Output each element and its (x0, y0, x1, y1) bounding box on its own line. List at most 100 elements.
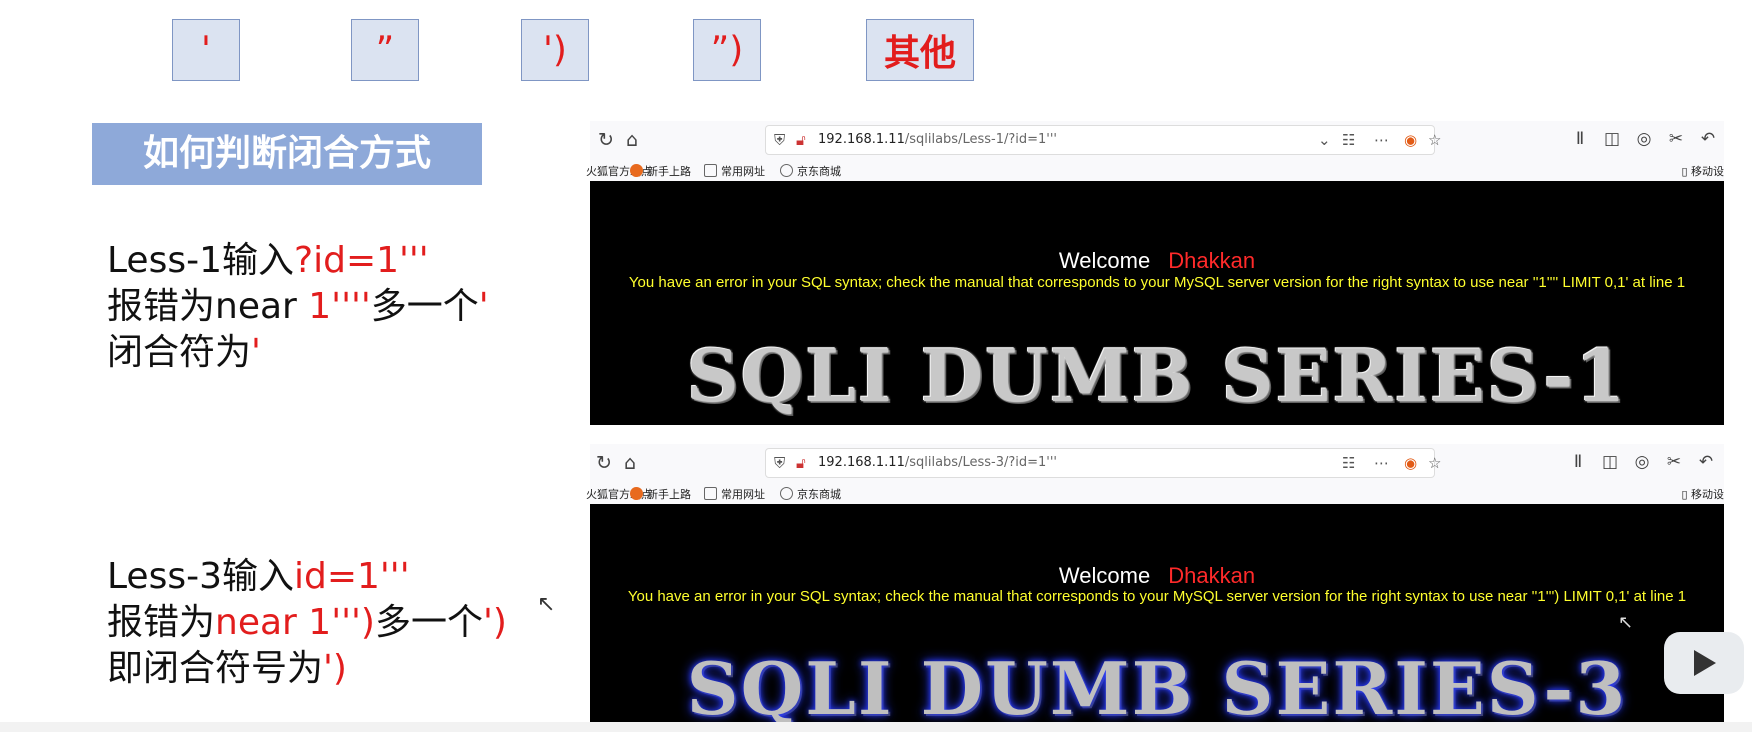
bookmark-item[interactable]: 京东商城 (780, 163, 841, 179)
bookmark-label: 新手上路 (647, 165, 691, 178)
reload-icon[interactable]: ↻ (596, 452, 612, 474)
less1-explanation: Less-1输入?id=1''' 报错为near 1''''多一个' 闭合符为' (107, 238, 489, 376)
bookmarks-bar: 火狐官方站点 新手上路 常用网址 京东商城 ▯ 移动设 (586, 482, 1724, 504)
qr-code-icon[interactable]: ☷ (1342, 454, 1355, 472)
more-icon[interactable]: ⋯ (1374, 454, 1389, 472)
less3-line-input: Less-3输入id=1''' (107, 554, 507, 600)
screenshot-icon[interactable]: ✂ (1658, 452, 1690, 472)
quote-option-double[interactable]: ” (351, 19, 419, 81)
play-icon (1694, 650, 1716, 676)
bookmark-label: 移动设 (1691, 165, 1724, 178)
home-icon[interactable]: ⌂ (624, 452, 636, 474)
browser-screenshot-less3: ↻ ⌂ ⛨ 🔓︎ 192.168.1.11/sqlilabs/Less-3/?i… (586, 444, 1724, 732)
library-icon[interactable]: Ⅱ (1562, 452, 1594, 472)
mobile-bookmarks[interactable]: ▯ 移动设 (1681, 163, 1724, 179)
quote-option-label: ”) (710, 29, 744, 71)
url-host: 192.168.1.11 (818, 132, 905, 147)
series-title-image: SQLI DUMB SERIES-1 (686, 333, 1628, 418)
mouse-cursor-icon: ↖ (1618, 612, 1634, 633)
address-bar[interactable]: ⛨ 🔓︎ 192.168.1.11/sqlilabs/Less-3/?id=1'… (765, 448, 1441, 478)
account-icon[interactable]: ◎ (1626, 452, 1658, 472)
screenshot-icon[interactable]: ✂ (1660, 129, 1692, 149)
url-host: 192.168.1.11 (818, 455, 905, 470)
bookmark-star-icon[interactable]: ☆ (1428, 454, 1441, 472)
more-icon[interactable]: ⋯ (1374, 131, 1389, 149)
page-content: Welcome Dhakkan You have an error in your… (590, 504, 1724, 732)
toolbar-right-icons: Ⅱ ◫ ◎ ✂ ↶ (1562, 452, 1722, 472)
bookmark-label: 移动设 (1691, 488, 1724, 501)
text: 报错为near (107, 286, 309, 327)
account-icon[interactable]: ◎ (1628, 129, 1660, 149)
sidebar-icon[interactable]: ◫ (1596, 129, 1628, 149)
slide: ' ” ') ”) 其他 如何判断闭合方式 Less-1输入?id=1''' 报… (0, 0, 1752, 732)
undo-icon[interactable]: ↶ (1690, 452, 1722, 472)
quote-option-label: ') (543, 29, 567, 71)
sql-error-message: You have an error in your SQL syntax; ch… (628, 274, 1686, 291)
sql-error-message: You have an error in your SQL syntax; ch… (627, 588, 1687, 605)
series-title-image: SQLI DUMB SERIES-3 (686, 646, 1628, 731)
address-bar[interactable]: ⛨ 🔓︎ 192.168.1.11/sqlilabs/Less-1/?id=1'… (765, 125, 1441, 155)
insecure-lock-icon: 🔓︎ (796, 454, 806, 472)
firefox-icon (630, 487, 643, 500)
chevron-down-icon[interactable]: ⌄ (1318, 131, 1331, 149)
less3-explanation: Less-3输入id=1''' 报错为near 1''')多一个') 即闭合符号… (107, 554, 507, 692)
toolbar-right-icons: Ⅱ ◫ ◎ ✂ ↶ (1564, 129, 1724, 149)
less3-line-error: 报错为near 1''')多一个') (107, 600, 507, 646)
quote-option-label: 其他 (883, 33, 956, 74)
text: Less-1输入 (107, 240, 294, 281)
text: 闭合符为 (107, 332, 252, 373)
page-content: Welcome Dhakkan You have an error in your… (590, 181, 1724, 425)
bottom-edge-bar (0, 722, 1752, 732)
text: 多一个 (370, 286, 479, 327)
mobile-bookmarks[interactable]: ▯ 移动设 (1681, 486, 1724, 502)
quote-option-single[interactable]: ' (172, 19, 240, 81)
text: ') (482, 602, 507, 643)
qr-code-icon[interactable]: ☷ (1342, 131, 1355, 149)
mouse-cursor-icon: ↖ (537, 592, 556, 617)
shield-icon: ⛨ (774, 131, 786, 149)
video-play-button[interactable] (1664, 632, 1744, 694)
bookmark-star-icon[interactable]: ☆ (1428, 131, 1441, 149)
text: 多一个 (374, 602, 483, 643)
bookmark-item[interactable]: 新手上路 (630, 163, 691, 179)
bookmark-label: 新手上路 (647, 488, 691, 501)
url-path: /sqlilabs/Less-3/?id=1''' (904, 455, 1058, 470)
insecure-lock-icon: 🔓︎ (796, 131, 806, 149)
undo-icon[interactable]: ↶ (1692, 129, 1724, 149)
bookmarks-bar: 火狐官方站点 新手上路 常用网址 京东商城 ▯ 移动设 (586, 159, 1724, 181)
bookmark-item[interactable]: 常用网址 (704, 163, 765, 179)
reload-icon[interactable]: ↻ (598, 129, 614, 151)
browser-screenshot-less1: ↻ ⌂ ⛨ 🔓︎ 192.168.1.11/sqlilabs/Less-1/?i… (586, 121, 1724, 425)
url-text: 192.168.1.11/sqlilabs/Less-3/?id=1''' (818, 455, 1057, 470)
less1-line-input: Less-1输入?id=1''' (107, 238, 489, 284)
section-title-banner: 如何判断闭合方式 (92, 123, 482, 185)
bookmark-item[interactable]: 常用网址 (704, 486, 765, 502)
library-icon[interactable]: Ⅱ (1564, 129, 1596, 149)
quote-option-label: ” (375, 29, 395, 71)
welcome-label: Welcome (1058, 248, 1151, 273)
bookmark-item[interactable]: 新手上路 (630, 486, 691, 502)
extension-icon[interactable]: ◉ (1404, 131, 1417, 149)
welcome-label: Welcome (1058, 563, 1151, 588)
less1-line-closure: 闭合符为' (107, 330, 489, 376)
quote-option-double-paren[interactable]: ”) (693, 19, 761, 81)
welcome-name: Dhakkan (1168, 248, 1256, 273)
globe-icon (780, 164, 793, 177)
browser-toolbar: ↻ ⌂ ⛨ 🔓︎ 192.168.1.11/sqlilabs/Less-3/?i… (590, 444, 1724, 482)
text: 1'''' (308, 286, 371, 327)
bookmark-label: 常用网址 (721, 488, 765, 501)
home-icon[interactable]: ⌂ (626, 129, 638, 151)
shield-icon: ⛨ (774, 454, 786, 472)
quote-option-other[interactable]: 其他 (866, 19, 974, 81)
quote-option-single-paren[interactable]: ') (521, 19, 589, 81)
folder-icon (704, 164, 717, 177)
text: 即闭合符号为 (107, 648, 324, 689)
bookmark-item[interactable]: 京东商城 (780, 486, 841, 502)
bookmark-label: 京东商城 (797, 488, 841, 501)
extension-icon[interactable]: ◉ (1404, 454, 1417, 472)
less3-line-closure: 即闭合符号为') (107, 646, 507, 692)
firefox-icon (630, 164, 643, 177)
url-path: /sqlilabs/Less-1/?id=1''' (904, 132, 1058, 147)
text: ' (478, 286, 489, 327)
sidebar-icon[interactable]: ◫ (1594, 452, 1626, 472)
